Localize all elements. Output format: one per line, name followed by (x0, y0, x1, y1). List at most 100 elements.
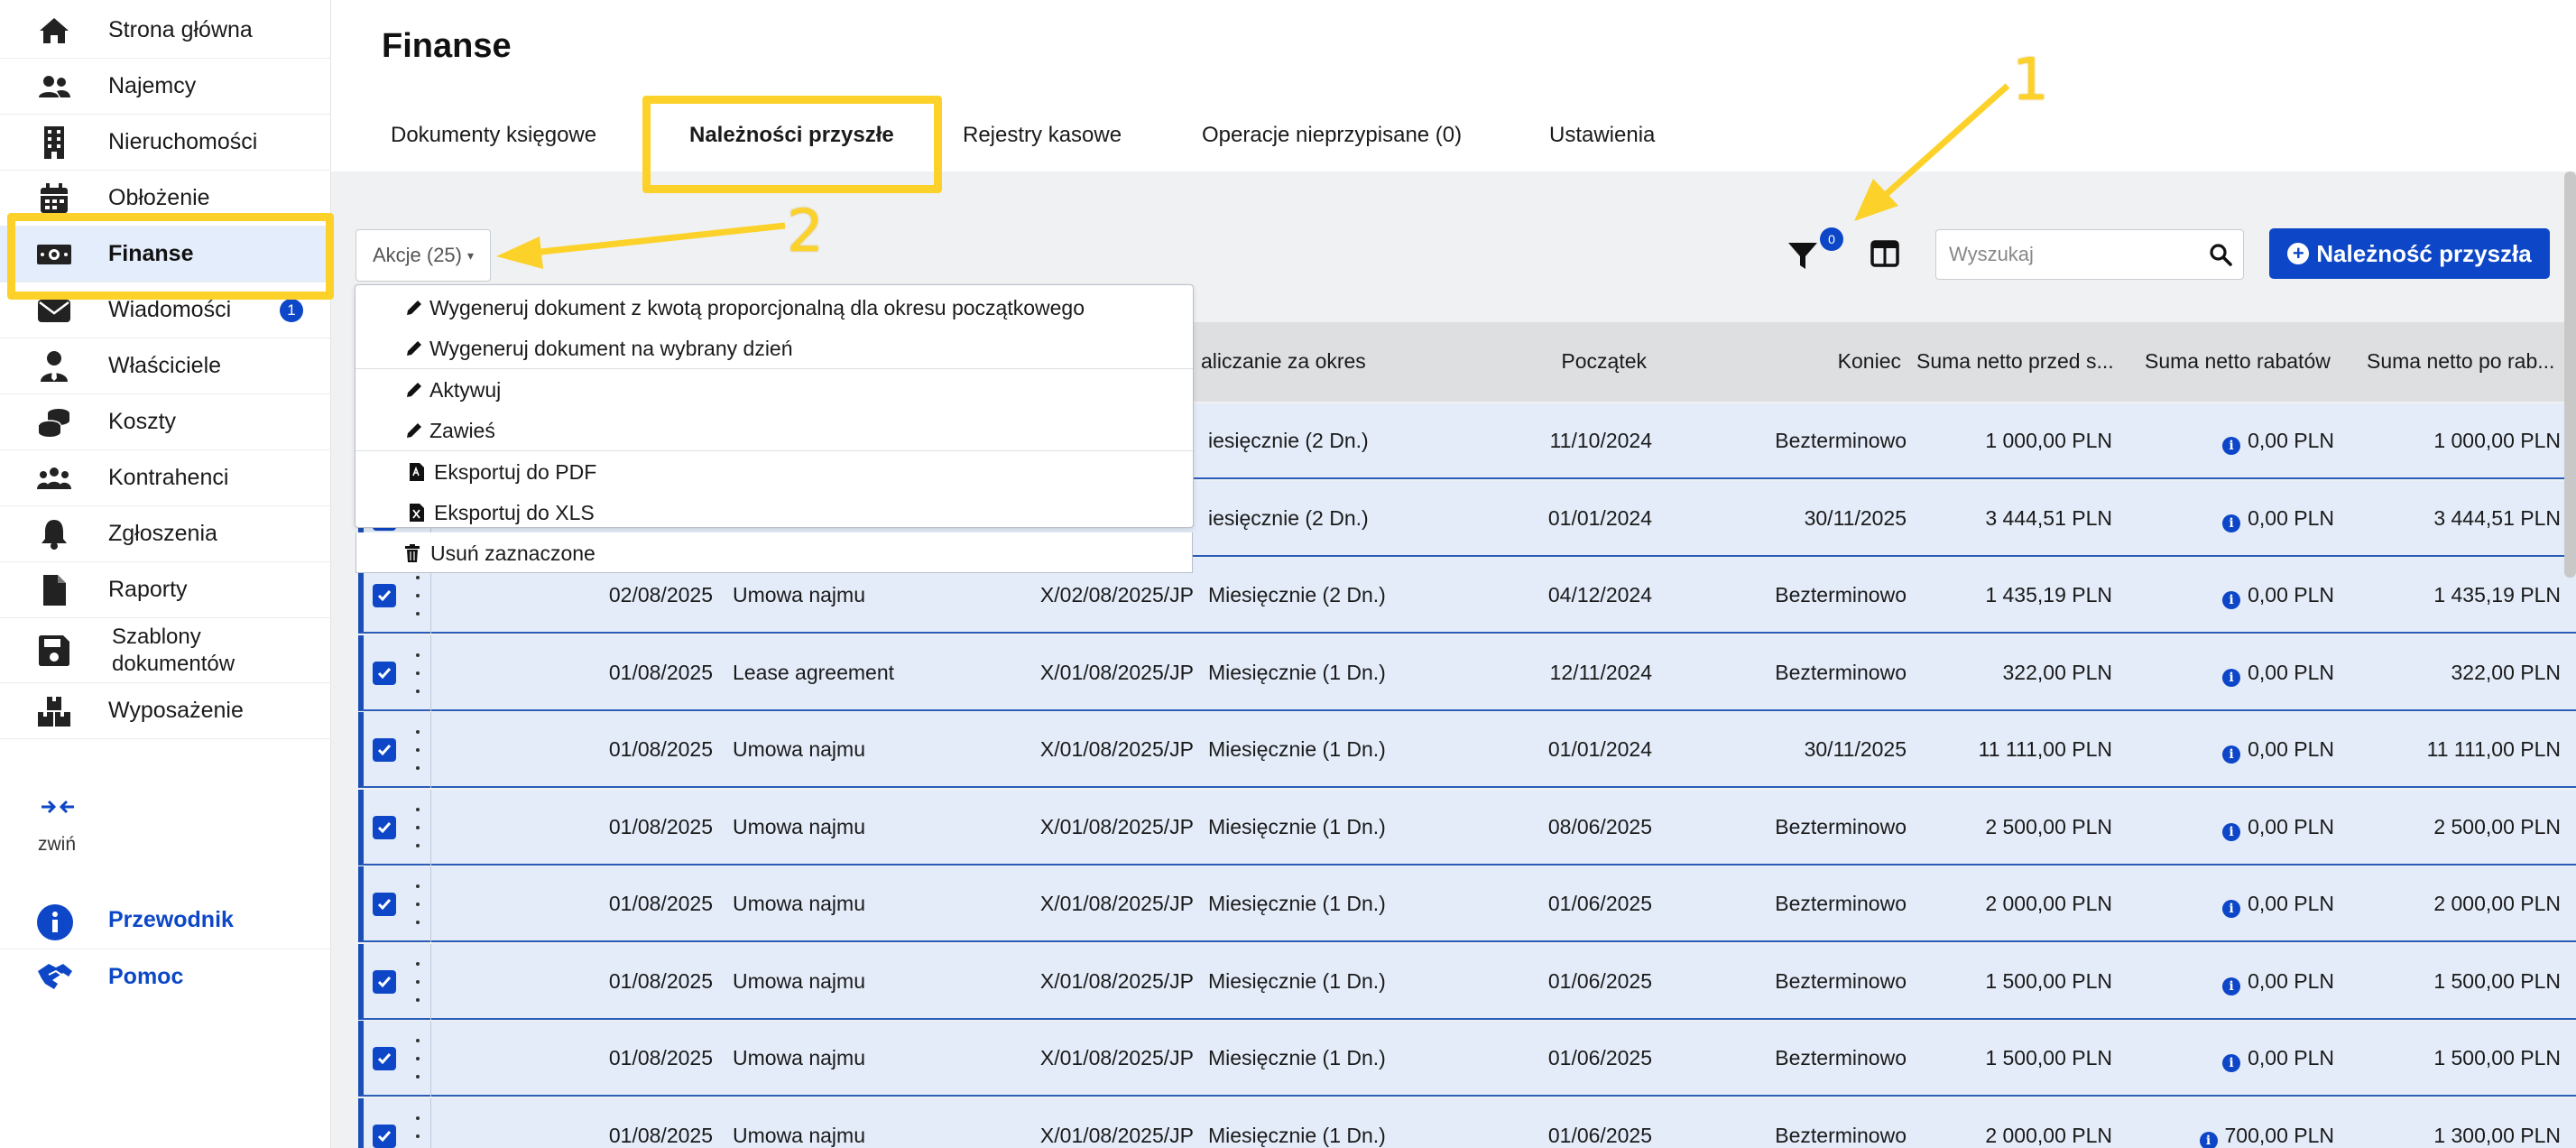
cell-name: Umowa najmu (733, 1046, 865, 1069)
cell-start: 01/06/2025 (1547, 1123, 1652, 1147)
info-icon[interactable]: i (2222, 437, 2241, 455)
row-checkbox[interactable] (373, 815, 396, 839)
cell-period: Miesięcznie (1 Dn.) (1208, 660, 1386, 684)
bell-icon (36, 516, 72, 552)
guide-link[interactable]: Przewodnik (0, 894, 331, 949)
cell-net-discount-value: 0,00 PLN (2248, 968, 2334, 993)
sidebar-item-owners[interactable]: Właściciele (0, 338, 331, 394)
menu-item-label: Aktywuj (429, 378, 502, 402)
search-icon[interactable] (2209, 243, 2232, 266)
row-menu-button[interactable] (411, 961, 425, 1002)
sidebar-item-tenants[interactable]: Najemcy (0, 59, 331, 115)
sidebar-item-costs[interactable]: Koszty (0, 394, 331, 450)
table-row[interactable]: 01/08/2025 Umowa najmu X/01/08/2025/JP Mies… (358, 789, 2576, 866)
table-row[interactable]: 01/08/2025 Umowa najmu X/01/08/2025/JP Mies… (358, 1097, 2576, 1148)
sidebar-item-properties[interactable]: Nieruchomości (0, 115, 331, 171)
tab-future-receivables[interactable]: Należności przyszłe (689, 123, 894, 148)
sidebar-item-finance[interactable]: Finanse (0, 227, 331, 282)
menu-item-export-pdf[interactable]: Eksportuj do PDF (355, 451, 1193, 492)
row-menu-button[interactable] (411, 576, 425, 616)
help-link[interactable]: Pomoc (0, 951, 331, 1005)
sidebar-item-occupancy[interactable]: Obłożenie (0, 171, 331, 227)
row-checkbox[interactable] (373, 969, 396, 994)
actions-dropdown-button[interactable]: Akcje (25) ▾ (355, 229, 491, 282)
row-divider (430, 1097, 431, 1148)
row-checkbox[interactable] (373, 893, 396, 916)
info-icon[interactable]: i (2222, 591, 2241, 609)
checkmark-icon (377, 667, 392, 679)
row-menu-button[interactable] (411, 884, 425, 924)
row-checkbox[interactable] (373, 738, 396, 762)
info-icon[interactable]: i (2222, 900, 2241, 918)
row-divider (430, 634, 431, 711)
row-menu-button[interactable] (411, 1039, 425, 1079)
sidebar-item-messages[interactable]: Wiadomości 1 (0, 282, 331, 338)
tab-cash-registers[interactable]: Rejestry kasowe (963, 123, 1122, 148)
table-row[interactable]: 01/08/2025 Umowa najmu X/01/08/2025/JP Mies… (358, 712, 2576, 788)
table-row[interactable]: 01/08/2025 Lease agreement X/01/08/2025/JP… (358, 634, 2576, 711)
info-icon[interactable]: i (2222, 514, 2241, 532)
tab-settings[interactable]: Ustawienia (1549, 123, 1655, 148)
collapse-sidebar-button[interactable]: zwiń (36, 794, 108, 866)
sidebar-item-templates[interactable]: Szablony dokumentów (0, 618, 331, 683)
menu-item-delete-selected[interactable]: Usuń zaznaczone (355, 532, 1193, 573)
info-icon[interactable]: i (2199, 1131, 2218, 1148)
cell-net-after: 2 500,00 PLN (2433, 814, 2561, 838)
menu-item-generate-proportional[interactable]: Wygeneruj dokument z kwotą proporcjonaln… (355, 287, 1193, 328)
cell-net-after: 3 444,51 PLN (2433, 505, 2561, 530)
row-checkbox[interactable] (373, 584, 396, 607)
search-input[interactable] (1936, 230, 2189, 279)
cell-start: 01/06/2025 (1547, 1046, 1652, 1069)
row-checkbox[interactable] (373, 1124, 396, 1148)
table-row[interactable]: 01/08/2025 Umowa najmu X/01/08/2025/JP Mies… (358, 943, 2576, 1020)
sidebar-item-label: Raporty (108, 577, 188, 602)
menu-item-label: Wygeneruj dokument z kwotą proporcjonaln… (429, 296, 1085, 319)
cell-end: 30/11/2025 (1804, 505, 1907, 530)
table-row[interactable]: 01/08/2025 Umowa najmu X/01/08/2025/JP Mies… (358, 866, 2576, 942)
calendar-icon (36, 181, 72, 217)
menu-item-suspend[interactable]: Zawieś (355, 410, 1193, 450)
tab-accounting-documents[interactable]: Dokumenty księgowe (391, 123, 596, 148)
add-future-receivable-button[interactable]: + Należność przyszła (2269, 228, 2550, 279)
row-menu-button[interactable] (411, 653, 425, 693)
row-checkbox[interactable] (373, 1047, 396, 1070)
info-icon[interactable]: i (2222, 977, 2241, 995)
cell-name: Umowa najmu (733, 892, 865, 915)
sidebar-item-equipment[interactable]: Wyposażenie (0, 683, 331, 739)
cell-net-after: 1 500,00 PLN (2433, 968, 2561, 993)
col-period-header[interactable]: aliczanie za okres (1201, 349, 1366, 374)
cell-date: 01/08/2025 (608, 892, 713, 915)
sidebar-item-requests[interactable]: Zgłoszenia (0, 506, 331, 562)
cell-net-discount: i 0,00 PLN (2150, 583, 2334, 609)
row-menu-button[interactable] (411, 807, 425, 847)
row-menu-button[interactable] (411, 1116, 425, 1148)
menu-item-generate-selected-day[interactable]: Wygeneruj dokument na wybrany dzień (355, 328, 1193, 368)
sidebar-item-contractors[interactable]: Kontrahenci (0, 450, 331, 506)
vertical-scrollbar[interactable] (2564, 171, 2576, 578)
filter-button[interactable] (1787, 233, 1823, 278)
menu-item-label: Zawieś (429, 419, 495, 442)
table-row[interactable]: 01/08/2025 Umowa najmu X/01/08/2025/JP Mies… (358, 1021, 2576, 1097)
col-net-before-header[interactable]: Suma netto przed s... (1916, 349, 2114, 374)
tab-unassigned-operations[interactable]: Operacje nieprzypisane (0) (1202, 123, 1462, 148)
sidebar-item-label: Koszty (108, 409, 177, 434)
cell-name: Umowa najmu (733, 1123, 865, 1147)
cell-start: 04/12/2024 (1547, 583, 1652, 606)
menu-item-activate[interactable]: Aktywuj (355, 369, 1193, 410)
row-menu-button[interactable] (411, 730, 425, 770)
info-icon[interactable]: i (2222, 822, 2241, 841)
info-icon[interactable]: i (2222, 745, 2241, 764)
col-start-header[interactable]: Początek (1457, 349, 1647, 374)
row-checkbox[interactable] (373, 661, 396, 685)
columns-toggle-button[interactable] (1870, 240, 1899, 269)
sidebar-item-home[interactable]: Strona główna (0, 3, 331, 59)
sidebar-item-reports[interactable]: Raporty (0, 562, 331, 618)
col-net-discount-header[interactable]: Suma netto rabatów (2145, 349, 2331, 374)
col-net-after-header[interactable]: Suma netto po rab... (2367, 349, 2554, 374)
trash-icon (405, 544, 420, 562)
info-icon[interactable]: i (2222, 668, 2241, 687)
info-icon[interactable]: i (2222, 1054, 2241, 1072)
menu-item-export-xls[interactable]: Eksportuj do XLS (355, 492, 1193, 532)
col-end-header[interactable]: Koniec (1712, 349, 1901, 374)
cell-net-before: 2 500,00 PLN (1985, 814, 2112, 838)
